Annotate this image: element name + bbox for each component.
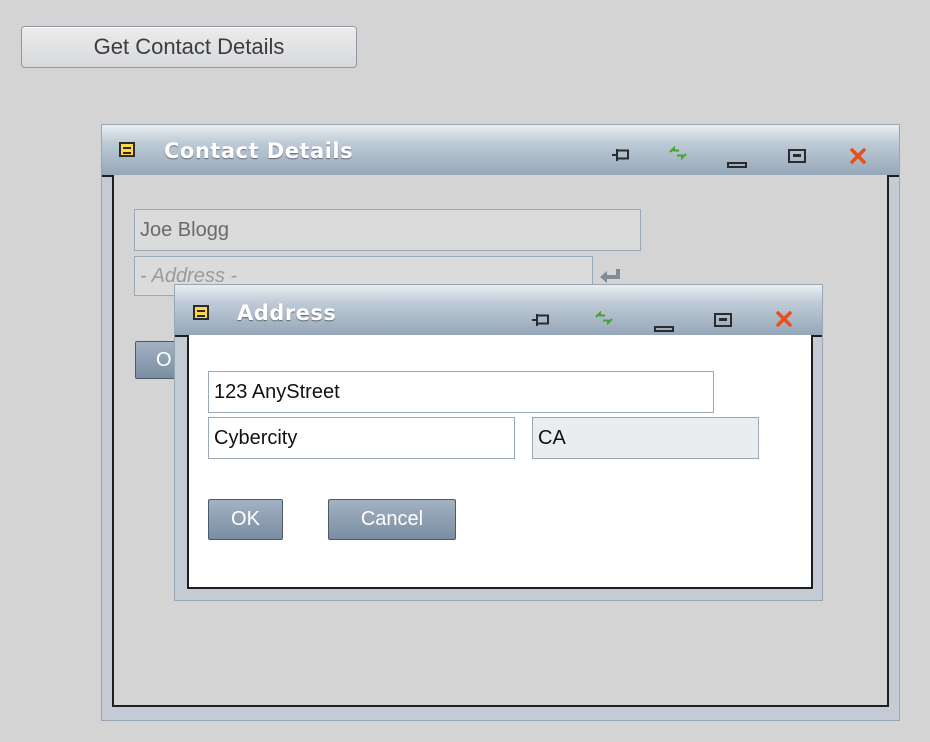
contact-details-title: Contact Details: [164, 139, 354, 163]
name-field[interactable]: [134, 209, 641, 251]
maximize-icon[interactable]: [788, 149, 806, 163]
street-field[interactable]: [208, 371, 714, 413]
pin-icon[interactable]: [532, 313, 550, 326]
ok-button[interactable]: OK: [208, 499, 283, 540]
state-field[interactable]: [532, 417, 759, 459]
note-icon: [119, 142, 135, 157]
enter-icon[interactable]: [598, 268, 622, 284]
minimize-icon[interactable]: [727, 155, 747, 168]
contact-details-titlebar[interactable]: Contact Details: [102, 125, 899, 177]
pin-icon[interactable]: [612, 148, 630, 161]
address-titlebar[interactable]: Address: [175, 285, 822, 337]
minimize-icon[interactable]: [654, 319, 674, 332]
cancel-button[interactable]: Cancel: [328, 499, 456, 540]
refresh-icon[interactable]: [668, 145, 688, 161]
get-contact-details-button[interactable]: Get Contact Details: [21, 26, 357, 68]
address-window: Address 123 AnyStreet Cybercity CA OK Ca…: [174, 284, 823, 601]
maximize-icon[interactable]: [714, 313, 732, 327]
note-icon: [193, 305, 209, 320]
close-icon[interactable]: [850, 148, 866, 164]
refresh-icon[interactable]: [594, 310, 614, 326]
city-field[interactable]: [208, 417, 515, 459]
close-icon[interactable]: [776, 311, 792, 327]
address-title: Address: [237, 301, 337, 325]
